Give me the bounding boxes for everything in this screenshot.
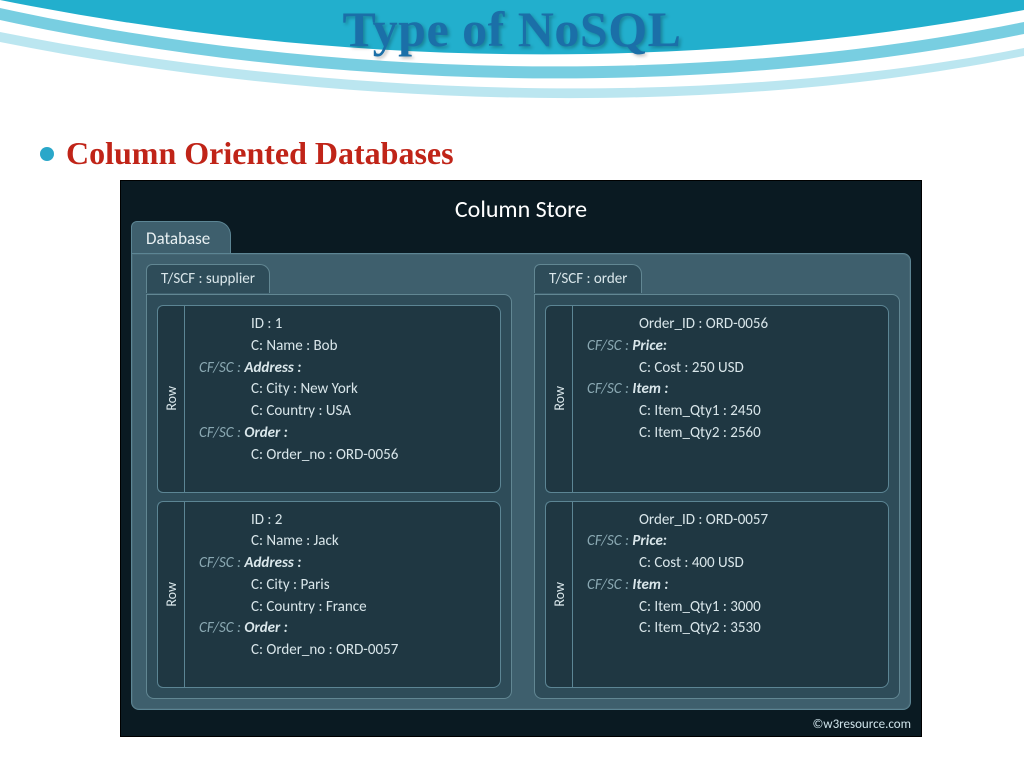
scf-body-order: Row Order_ID : ORD-0056CF/SC : Price:C: … [534, 294, 900, 699]
column-order: T/SCF : order Row Order_ID : ORD-0056CF/… [530, 264, 900, 699]
scf-tab-supplier: T/SCF : supplier [146, 264, 270, 293]
bullet-text: Column Oriented Databases [66, 135, 454, 172]
row-body: Order_ID : ORD-0057CF/SC : Price:C: Cost… [572, 501, 889, 689]
diagram-heading: Column Store [121, 195, 921, 224]
row-box: Row Order_ID : ORD-0056CF/SC : Price:C: … [545, 305, 889, 493]
row-box: Row Order_ID : ORD-0057CF/SC : Price:C: … [545, 501, 889, 689]
row-body: ID : 2C: Name : JackCF/SC : Address :C: … [184, 501, 501, 689]
credit-text: ©w3resource.com [812, 717, 911, 732]
page-title: Type of NoSQL [0, 0, 1024, 58]
bullet-row: Column Oriented Databases [40, 135, 454, 172]
row-tab: Row [545, 305, 572, 493]
scf-body-supplier: Row ID : 1C: Name : BobCF/SC : Address :… [146, 294, 512, 699]
database-tab: Database [131, 221, 231, 255]
bullet-icon [40, 147, 54, 161]
row-body: ID : 1C: Name : BobCF/SC : Address :C: C… [184, 305, 501, 493]
database-body: T/SCF : supplier Row ID : 1C: Name : Bob… [131, 253, 911, 710]
row-body: Order_ID : ORD-0056CF/SC : Price:C: Cost… [572, 305, 889, 493]
row-tab: Row [157, 501, 184, 689]
row-box: Row ID : 2C: Name : JackCF/SC : Address … [157, 501, 501, 689]
row-tab: Row [545, 501, 572, 689]
scf-tab-order: T/SCF : order [534, 264, 642, 293]
row-box: Row ID : 1C: Name : BobCF/SC : Address :… [157, 305, 501, 493]
row-tab: Row [157, 305, 184, 493]
column-store-diagram: Column Store Database T/SCF : supplier R… [120, 180, 922, 737]
column-supplier: T/SCF : supplier Row ID : 1C: Name : Bob… [142, 264, 512, 699]
